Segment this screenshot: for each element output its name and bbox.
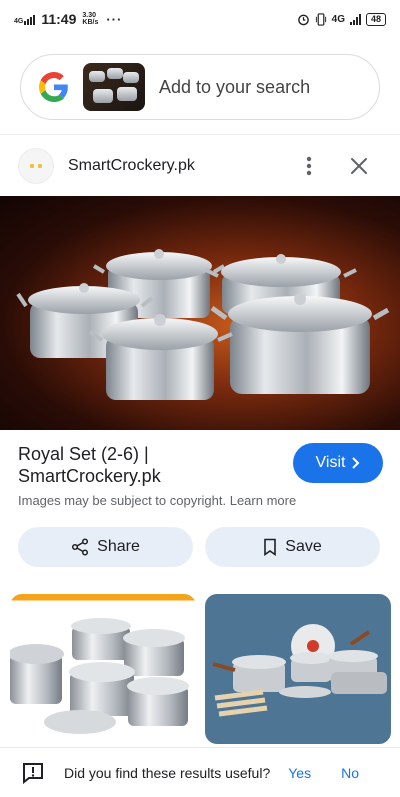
speed-unit: KB/s [82, 19, 99, 26]
clock: 11:49 [41, 11, 77, 27]
network-type-left: 4G [14, 18, 24, 25]
network-speed: 3.30 KB/s [82, 12, 98, 26]
signal-bars-icon [349, 13, 361, 25]
network-type-right: 4G [331, 13, 345, 25]
vibrate-icon [315, 12, 326, 26]
feedback-question: Did you find these results useful? [64, 764, 271, 781]
google-logo-icon [39, 72, 68, 102]
more-options-icon[interactable] [306, 156, 312, 176]
site-favicon [18, 148, 54, 184]
result-title[interactable]: Royal Set (2-6) | SmartCrockery.pk [18, 443, 278, 487]
related-image-cookware-white [10, 618, 189, 734]
bookmark-icon [264, 538, 277, 556]
copyright-notice[interactable]: Images may be subject to copyright. Lear… [18, 493, 296, 508]
feedback-no-button[interactable]: No [341, 765, 359, 781]
related-image-cookware-blue [212, 624, 387, 717]
feedback-yes-button[interactable]: Yes [288, 765, 311, 781]
alarm-icon [297, 14, 309, 25]
share-label: Share [97, 538, 140, 555]
share-button[interactable]: Share [18, 527, 193, 567]
add-to-search-label: Add to your search [159, 76, 311, 97]
search-image-thumbnail[interactable] [83, 63, 145, 111]
save-label: Save [285, 538, 322, 555]
battery-indicator: 48 [365, 12, 386, 26]
chevron-right-icon [352, 457, 360, 469]
visit-button[interactable]: Visit [293, 443, 383, 483]
divider [0, 134, 400, 135]
save-button[interactable]: Save [205, 527, 380, 567]
search-bar[interactable]: Add to your search [20, 54, 380, 120]
feedback-bar: Did you find these results useful? Yes N… [0, 747, 400, 797]
feedback-icon [23, 762, 43, 784]
visit-label: Visit [315, 454, 346, 471]
notification-overflow: ··· [106, 11, 123, 27]
speed-value: 3.30 [82, 12, 97, 19]
result-image[interactable] [0, 196, 400, 430]
source-site-row[interactable]: SmartCrockery.pk [0, 146, 400, 186]
signal-icon: 4G [14, 13, 36, 25]
close-icon[interactable] [348, 155, 370, 177]
related-result-card[interactable] [10, 594, 196, 744]
related-result-card[interactable] [205, 594, 391, 744]
site-name: SmartCrockery.pk [68, 157, 195, 174]
share-icon [72, 538, 89, 556]
cookware-set-image [16, 249, 390, 400]
status-bar: 4G 11:49 3.30 KB/s ··· 4G 48 [0, 0, 400, 38]
